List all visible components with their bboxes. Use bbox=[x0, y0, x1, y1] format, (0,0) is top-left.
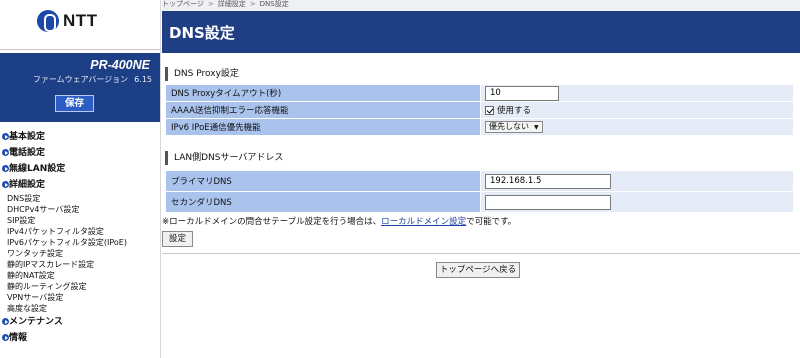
menu-maintenance[interactable]: メンテナンス bbox=[0, 314, 160, 330]
aaaa-cell: 使用する bbox=[481, 102, 793, 118]
ipv6-priority-select[interactable]: 優先しない ▼ bbox=[485, 121, 543, 133]
divider bbox=[162, 253, 800, 254]
menu-detail-settings[interactable]: 詳細設定 bbox=[0, 177, 160, 193]
menu-label: 無線LAN設定 bbox=[9, 164, 66, 174]
submenu-dns[interactable]: DNS設定 bbox=[0, 193, 160, 204]
menu-label: 詳細設定 bbox=[9, 180, 46, 190]
menu-arrow-icon bbox=[2, 318, 9, 325]
page-title: DNS設定 bbox=[169, 24, 235, 42]
sidebar: NTT PR-400NE ファームウェアバージョン 6.15 保存 基本設定 電話… bbox=[0, 0, 161, 358]
aaaa-label: AAAA送信抑制エラー応答機能 bbox=[166, 102, 480, 118]
ipv6-selected-value: 優先しない bbox=[489, 122, 529, 131]
dropdown-arrow-icon: ▼ bbox=[534, 124, 539, 131]
ipv6-cell: 優先しない ▼ bbox=[481, 119, 793, 135]
menu-label: メンテナンス bbox=[9, 317, 63, 327]
submenu-static-nat[interactable]: 静的NAT設定 bbox=[0, 270, 160, 281]
menu-arrow-icon bbox=[2, 149, 9, 156]
submenu-ipv6-filter[interactable]: IPv6パケットフィルタ設定(IPoE) bbox=[0, 237, 160, 248]
menu-info[interactable]: 情報 bbox=[0, 330, 160, 346]
submenu-static-masquerade[interactable]: 静的IPマスカレード設定 bbox=[0, 259, 160, 270]
menu-arrow-icon bbox=[2, 133, 9, 140]
menu-wlan-settings[interactable]: 無線LAN設定 bbox=[0, 161, 160, 177]
submenu-sip[interactable]: SIP設定 bbox=[0, 215, 160, 226]
note-text-after: で可能です。 bbox=[466, 217, 517, 227]
apply-button[interactable]: 設定 bbox=[162, 231, 193, 247]
breadcrumb-top[interactable]: トップページ bbox=[162, 0, 204, 8]
aaaa-option-label: 使用する bbox=[497, 106, 532, 116]
submenu-dhcpv4[interactable]: DHCPv4サーバ設定 bbox=[0, 204, 160, 215]
menu-arrow-icon bbox=[2, 334, 9, 341]
menu-basic-settings[interactable]: 基本設定 bbox=[0, 129, 160, 145]
breadcrumb-separator: > bbox=[207, 0, 214, 8]
primary-dns-input[interactable]: 192.168.1.5 bbox=[485, 173, 611, 189]
ipv6-label: IPv6 IPoE通信優先機能 bbox=[166, 119, 480, 135]
primary-dns-label: プライマリDNS bbox=[166, 171, 480, 191]
lan-dns-table: プライマリDNS 192.168.1.5 セカンダリDNS bbox=[165, 170, 794, 213]
firmware-label: ファームウェアバージョン bbox=[32, 75, 129, 84]
menu-arrow-icon bbox=[2, 181, 9, 188]
dns-proxy-heading: DNS Proxy設定 bbox=[165, 67, 239, 81]
submenu-advanced[interactable]: 高度な設定 bbox=[0, 303, 160, 314]
table-row: DNS Proxyタイムアウト(秒) 10 bbox=[166, 85, 793, 101]
breadcrumb-separator: > bbox=[249, 0, 256, 8]
timeout-cell: 10 bbox=[481, 85, 793, 101]
breadcrumb-detail[interactable]: 詳細設定 bbox=[218, 0, 246, 8]
menu-arrow-icon bbox=[2, 165, 9, 172]
table-row: セカンダリDNS bbox=[166, 192, 793, 212]
primary-dns-cell: 192.168.1.5 bbox=[481, 171, 793, 191]
breadcrumb-current: DNS設定 bbox=[259, 0, 289, 8]
dns-proxy-table: DNS Proxyタイムアウト(秒) 10 AAAA送信抑制エラー応答機能 使用… bbox=[165, 84, 794, 136]
menu-label: 基本設定 bbox=[9, 132, 46, 142]
table-row: AAAA送信抑制エラー応答機能 使用する bbox=[166, 102, 793, 118]
content-area: DNS Proxy設定 DNS Proxyタイムアウト(秒) 10 AAAA送信… bbox=[162, 53, 800, 358]
save-button[interactable]: 保存 bbox=[55, 95, 94, 112]
lan-dns-heading: LAN側DNSサーバアドレス bbox=[165, 151, 283, 165]
table-row: プライマリDNS 192.168.1.5 bbox=[166, 171, 793, 191]
secondary-dns-label: セカンダリDNS bbox=[166, 192, 480, 212]
firmware-version: 6.15 bbox=[134, 75, 152, 84]
firmware-info: ファームウェアバージョン 6.15 bbox=[33, 74, 152, 85]
timeout-input[interactable]: 10 bbox=[485, 85, 559, 101]
title-bar: DNS設定 bbox=[162, 11, 800, 53]
logo-text: NTT bbox=[63, 11, 98, 30]
submenu-vpn-server[interactable]: VPNサーバ設定 bbox=[0, 292, 160, 303]
model-name: PR-400NE bbox=[90, 58, 150, 72]
back-to-top-button[interactable]: トップページへ戻る bbox=[436, 262, 520, 278]
ntt-logo-icon bbox=[37, 10, 59, 32]
breadcrumb: トップページ > 詳細設定 > DNS設定 bbox=[162, 0, 289, 9]
timeout-label: DNS Proxyタイムアウト(秒) bbox=[166, 85, 480, 101]
local-domain-note: ※ローカルドメインの問合せテーブル設定を行う場合は、ローカルドメイン設定で可能で… bbox=[162, 215, 516, 227]
menu-label: 情報 bbox=[9, 333, 28, 343]
note-text-before: ※ローカルドメインの問合せテーブル設定を行う場合は、 bbox=[162, 217, 382, 227]
local-domain-link[interactable]: ローカルドメイン設定 bbox=[381, 217, 466, 227]
submenu-static-routing[interactable]: 静的ルーティング設定 bbox=[0, 281, 160, 292]
aaaa-checkbox[interactable] bbox=[485, 105, 494, 115]
secondary-dns-input[interactable] bbox=[485, 194, 611, 210]
submenu-one-touch[interactable]: ワンタッチ設定 bbox=[0, 248, 160, 259]
detail-submenu: DNS設定 DHCPv4サーバ設定 SIP設定 IPv4パケットフィルタ設定 I… bbox=[0, 193, 160, 314]
submenu-ipv4-filter[interactable]: IPv4パケットフィルタ設定 bbox=[0, 226, 160, 237]
table-row: IPv6 IPoE通信優先機能 優先しない ▼ bbox=[166, 119, 793, 135]
secondary-dns-cell bbox=[481, 192, 793, 212]
menu-label: 電話設定 bbox=[9, 148, 46, 158]
logo: NTT bbox=[0, 0, 160, 50]
main-area: トップページ > 詳細設定 > DNS設定 DNS設定 DNS Proxy設定 DNS … bbox=[162, 0, 800, 358]
menu-phone-settings[interactable]: 電話設定 bbox=[0, 145, 160, 161]
sidebar-menu: 基本設定 電話設定 無線LAN設定 詳細設定 DNS設定 DHCPv4サーバ設定… bbox=[0, 129, 160, 346]
